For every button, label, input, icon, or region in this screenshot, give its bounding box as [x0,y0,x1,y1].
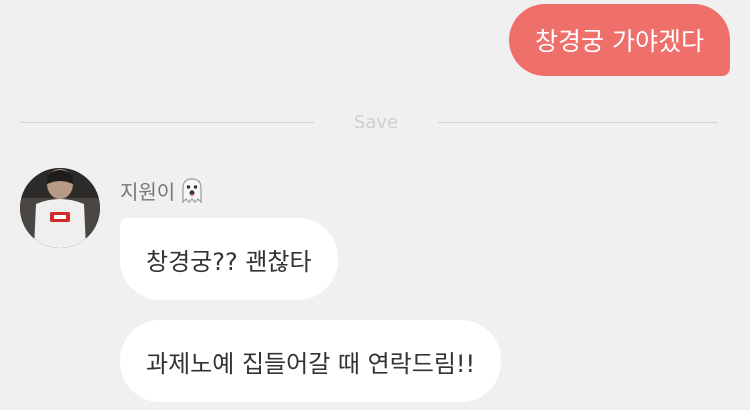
divider-line-right [438,122,718,123]
save-divider: Save [20,110,718,136]
sender-name: 지원이 [120,179,176,204]
chat-view: 창경궁 가야겠다 Save 지원이 창경궁?? 괜찮타 과제노예 집들어갈 때 … [0,0,750,410]
divider-line-left [20,122,314,123]
incoming-message-text: 과제노예 집들어갈 때 연락드림!! [146,349,476,378]
ghost-icon [182,178,202,204]
outgoing-message-text: 창경궁 가야겠다 [535,27,704,56]
outgoing-message-bubble[interactable]: 창경궁 가야겠다 [509,4,730,76]
avatar-photo [20,168,100,248]
divider-label[interactable]: Save [314,110,438,136]
incoming-message-bubble[interactable]: 창경궁?? 괜찮타 [120,218,338,300]
sender-name-row: 지원이 [120,175,206,205]
incoming-message-bubble[interactable]: 과제노예 집들어갈 때 연락드림!! [120,320,502,402]
incoming-message-text: 창경궁?? 괜찮타 [146,247,312,276]
sender-avatar[interactable] [20,168,100,248]
